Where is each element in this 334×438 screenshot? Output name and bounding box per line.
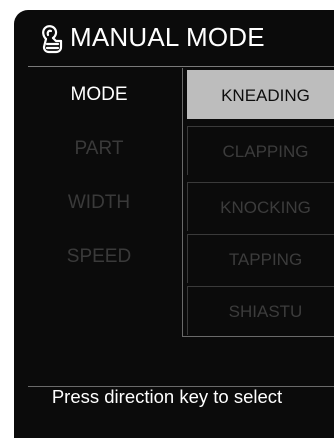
screen: MANUAL MODE MODE PART WIDTH SPEED KNEADI… [0, 0, 334, 438]
option-clapping[interactable]: CLAPPING [187, 126, 334, 175]
menu-item-part[interactable]: PART [14, 122, 184, 176]
menu-item-mode[interactable]: MODE [14, 68, 184, 122]
option-knocking[interactable]: KNOCKING [187, 182, 334, 231]
menu-item-speed[interactable]: SPEED [14, 230, 184, 284]
page-title: MANUAL MODE [70, 22, 265, 52]
option-shiastu[interactable]: SHIASTU [187, 286, 334, 335]
footer-hint: Press direction key to select [51, 386, 283, 407]
option-kneading[interactable]: KNEADING [187, 70, 334, 119]
title-divider [28, 66, 334, 67]
option-tapping[interactable]: TAPPING [187, 234, 334, 283]
menu-labels: MODE PART WIDTH SPEED [14, 68, 184, 284]
manual-mode-panel: MANUAL MODE MODE PART WIDTH SPEED KNEADI… [14, 10, 334, 438]
title-bar: MANUAL MODE [14, 10, 334, 66]
massage-hand-icon [42, 25, 63, 54]
mode-options: KNEADING CLAPPING KNOCKING TAPPING SHIAS… [182, 68, 334, 337]
menu-item-width[interactable]: WIDTH [14, 176, 184, 230]
